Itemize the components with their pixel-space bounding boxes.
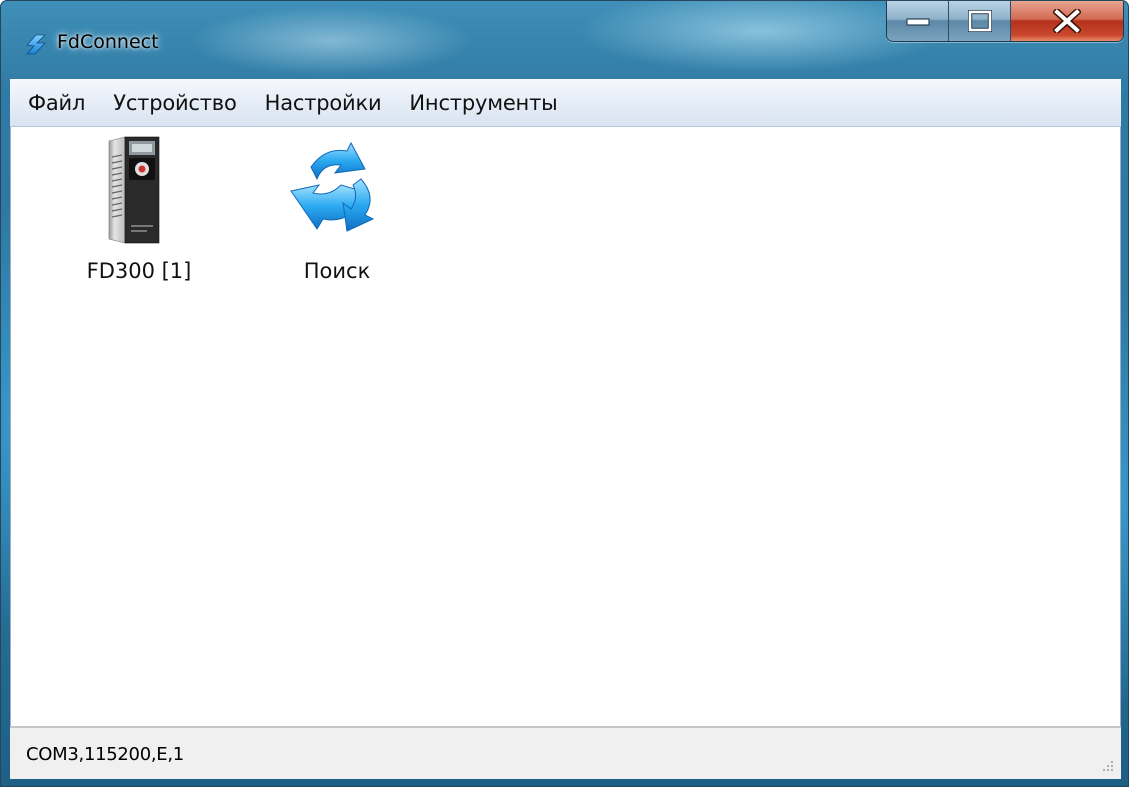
menu-settings[interactable]: Настройки: [265, 91, 382, 115]
minimize-button[interactable]: [887, 1, 949, 41]
status-bar: COM3,115200,E,1: [10, 726, 1121, 779]
window-title: FdConnect: [57, 31, 159, 53]
close-button[interactable]: [1011, 1, 1123, 41]
maximize-button[interactable]: [949, 1, 1011, 41]
device-view: FD300 [1] Поиск: [10, 127, 1121, 726]
frequency-drive-icon: [108, 136, 160, 244]
connection-status: COM3,115200,E,1: [26, 744, 184, 765]
minimize-icon: [905, 18, 930, 26]
maximize-icon: [967, 10, 992, 32]
device-tile-fd300[interactable]: FD300 [1]: [59, 131, 219, 301]
menu-bar: Файл Устройство Настройки Инструменты: [10, 79, 1121, 127]
menu-tools[interactable]: Инструменты: [409, 91, 557, 115]
close-icon: [1053, 9, 1081, 33]
search-tile[interactable]: Поиск: [257, 131, 417, 301]
refresh-search-icon: [290, 141, 375, 232]
search-tile-label: Поиск: [303, 259, 371, 283]
window-controls: [886, 1, 1124, 42]
device-tile-label: FD300 [1]: [86, 259, 192, 283]
title-bar[interactable]: FdConnect: [1, 1, 1128, 79]
resize-grip-icon[interactable]: [1099, 757, 1115, 773]
menu-file[interactable]: Файл: [28, 91, 85, 115]
menu-device[interactable]: Устройство: [113, 91, 237, 115]
fdconnect-logo-icon: [26, 34, 46, 55]
app-window: FdConnect Файл Устройство Настройки Инст…: [0, 0, 1129, 787]
